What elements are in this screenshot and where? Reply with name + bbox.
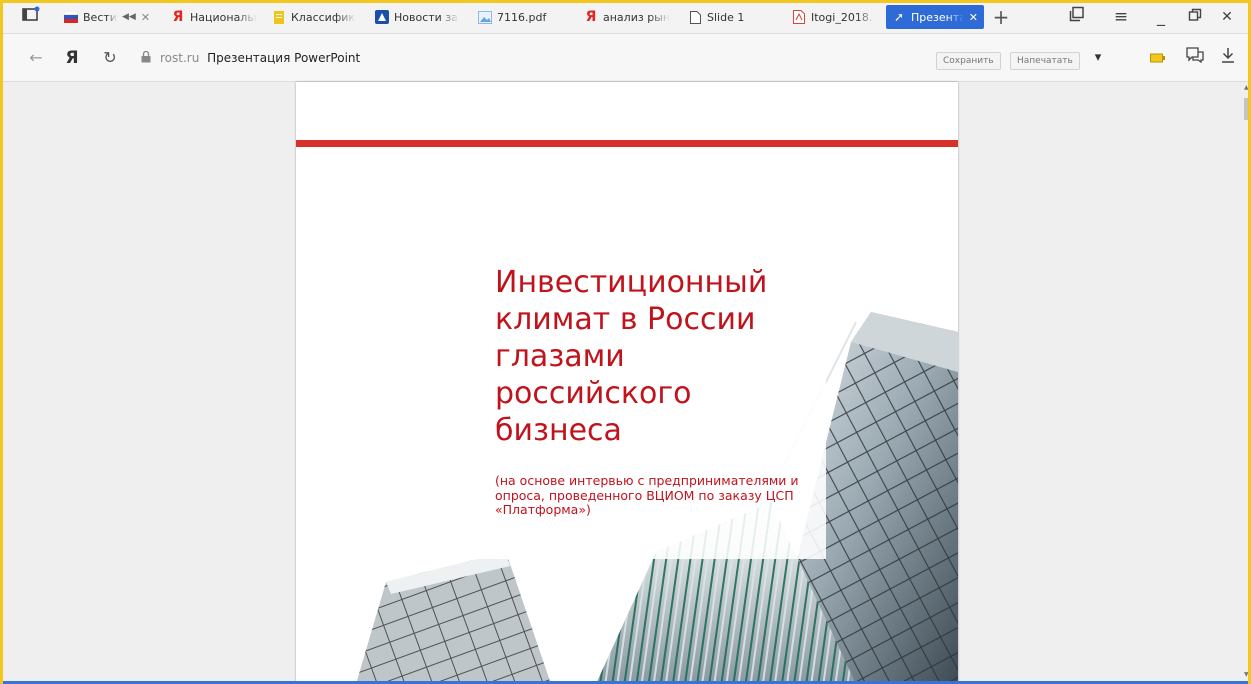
arrow-icon: ➚	[893, 10, 905, 24]
new-tab-icon[interactable]: +	[990, 6, 1012, 28]
menu-icon[interactable]: ≡	[1110, 6, 1132, 28]
battery-icon[interactable]	[1148, 47, 1168, 69]
back-icon[interactable]: ←	[26, 47, 46, 69]
close-icon[interactable]: ✕	[969, 11, 978, 24]
scroll-down-icon[interactable]: ▼	[1244, 671, 1249, 678]
address-bar: ← Я ↻ rost.ru Презентация PowerPoint Сох…	[0, 34, 1251, 82]
slide-subtitle: (на основе интервью с предпринимателями …	[495, 473, 799, 517]
restore-icon[interactable]	[1184, 6, 1206, 28]
minimize-icon[interactable]: _	[1150, 6, 1172, 28]
bookmarks-icon[interactable]	[1066, 6, 1088, 28]
tab-7116-pdf[interactable]: 7116.pdf	[472, 5, 568, 29]
page-icon	[688, 10, 702, 24]
yandex-icon: Я	[172, 9, 184, 25]
tab-label: анализ рын	[603, 10, 670, 24]
audio-muted-icon[interactable]: ◀◀	[122, 12, 136, 22]
presentation-slide: Инвестиционный климат в России глазами р…	[296, 82, 958, 684]
tab-slide1[interactable]: Slide 1	[682, 5, 778, 29]
tab-prezentaciya[interactable]: ➚ Презента ✕	[886, 5, 984, 29]
print-button[interactable]: Напечатать	[1010, 52, 1080, 70]
tab-label: Классифика	[291, 10, 356, 24]
tab-label: Новости за	[394, 10, 458, 24]
reload-icon[interactable]: ↻	[100, 47, 120, 69]
save-button[interactable]: Сохранить	[936, 52, 1001, 70]
close-icon[interactable]: ✕	[141, 11, 150, 24]
tab-label: Вести	[83, 10, 117, 24]
tab-label: Itogi_2018.	[811, 10, 873, 24]
scrollbar-thumb[interactable]	[1244, 98, 1250, 120]
news-icon	[375, 10, 389, 24]
page-viewport: Инвестиционный климат в России глазами р…	[0, 82, 1251, 684]
vertical-scrollbar[interactable]: ▲ ▼	[1243, 82, 1251, 684]
chevron-down-icon[interactable]: ▾	[1090, 47, 1106, 69]
tabs-overview-icon[interactable]	[20, 6, 42, 28]
tab-label: Национальн	[190, 10, 257, 24]
pdf-icon	[792, 10, 806, 24]
tab-label: Презента	[911, 10, 964, 24]
tab-bar: Вести ◀◀ ✕ Я Национальн Классифика Новос…	[0, 0, 1251, 34]
tab-label: Slide 1	[707, 10, 745, 24]
tab-analiz[interactable]: Я анализ рын	[578, 5, 676, 29]
tab-klassifika[interactable]: Классифика	[266, 5, 362, 29]
tab-itogi[interactable]: Itogi_2018.	[786, 5, 882, 29]
tab-novosti[interactable]: Новости за	[369, 5, 465, 29]
slide-title: Инвестиционный климат в России глазами р…	[495, 265, 768, 448]
document-yellow-icon	[272, 10, 286, 24]
chat-icon[interactable]	[1184, 47, 1206, 69]
tab-vesti[interactable]: Вести ◀◀ ✕	[58, 5, 162, 29]
page-title: Презентация PowerPoint	[207, 51, 361, 65]
yandex-icon: Я	[585, 9, 597, 25]
scroll-up-icon[interactable]: ▲	[1244, 84, 1249, 91]
image-file-icon	[478, 10, 492, 24]
url-domain: rost.ru	[160, 51, 200, 65]
download-icon[interactable]	[1218, 47, 1238, 69]
tab-label: 7116.pdf	[497, 10, 547, 24]
tab-nacionalny[interactable]: Я Национальн	[165, 5, 263, 29]
url-field[interactable]: rost.ru Презентация PowerPoint	[160, 48, 360, 68]
lock-icon[interactable]	[138, 47, 154, 69]
yandex-home-icon[interactable]: Я	[62, 47, 82, 69]
russia-flag-icon	[64, 10, 78, 24]
close-window-icon[interactable]: ✕	[1216, 6, 1238, 28]
